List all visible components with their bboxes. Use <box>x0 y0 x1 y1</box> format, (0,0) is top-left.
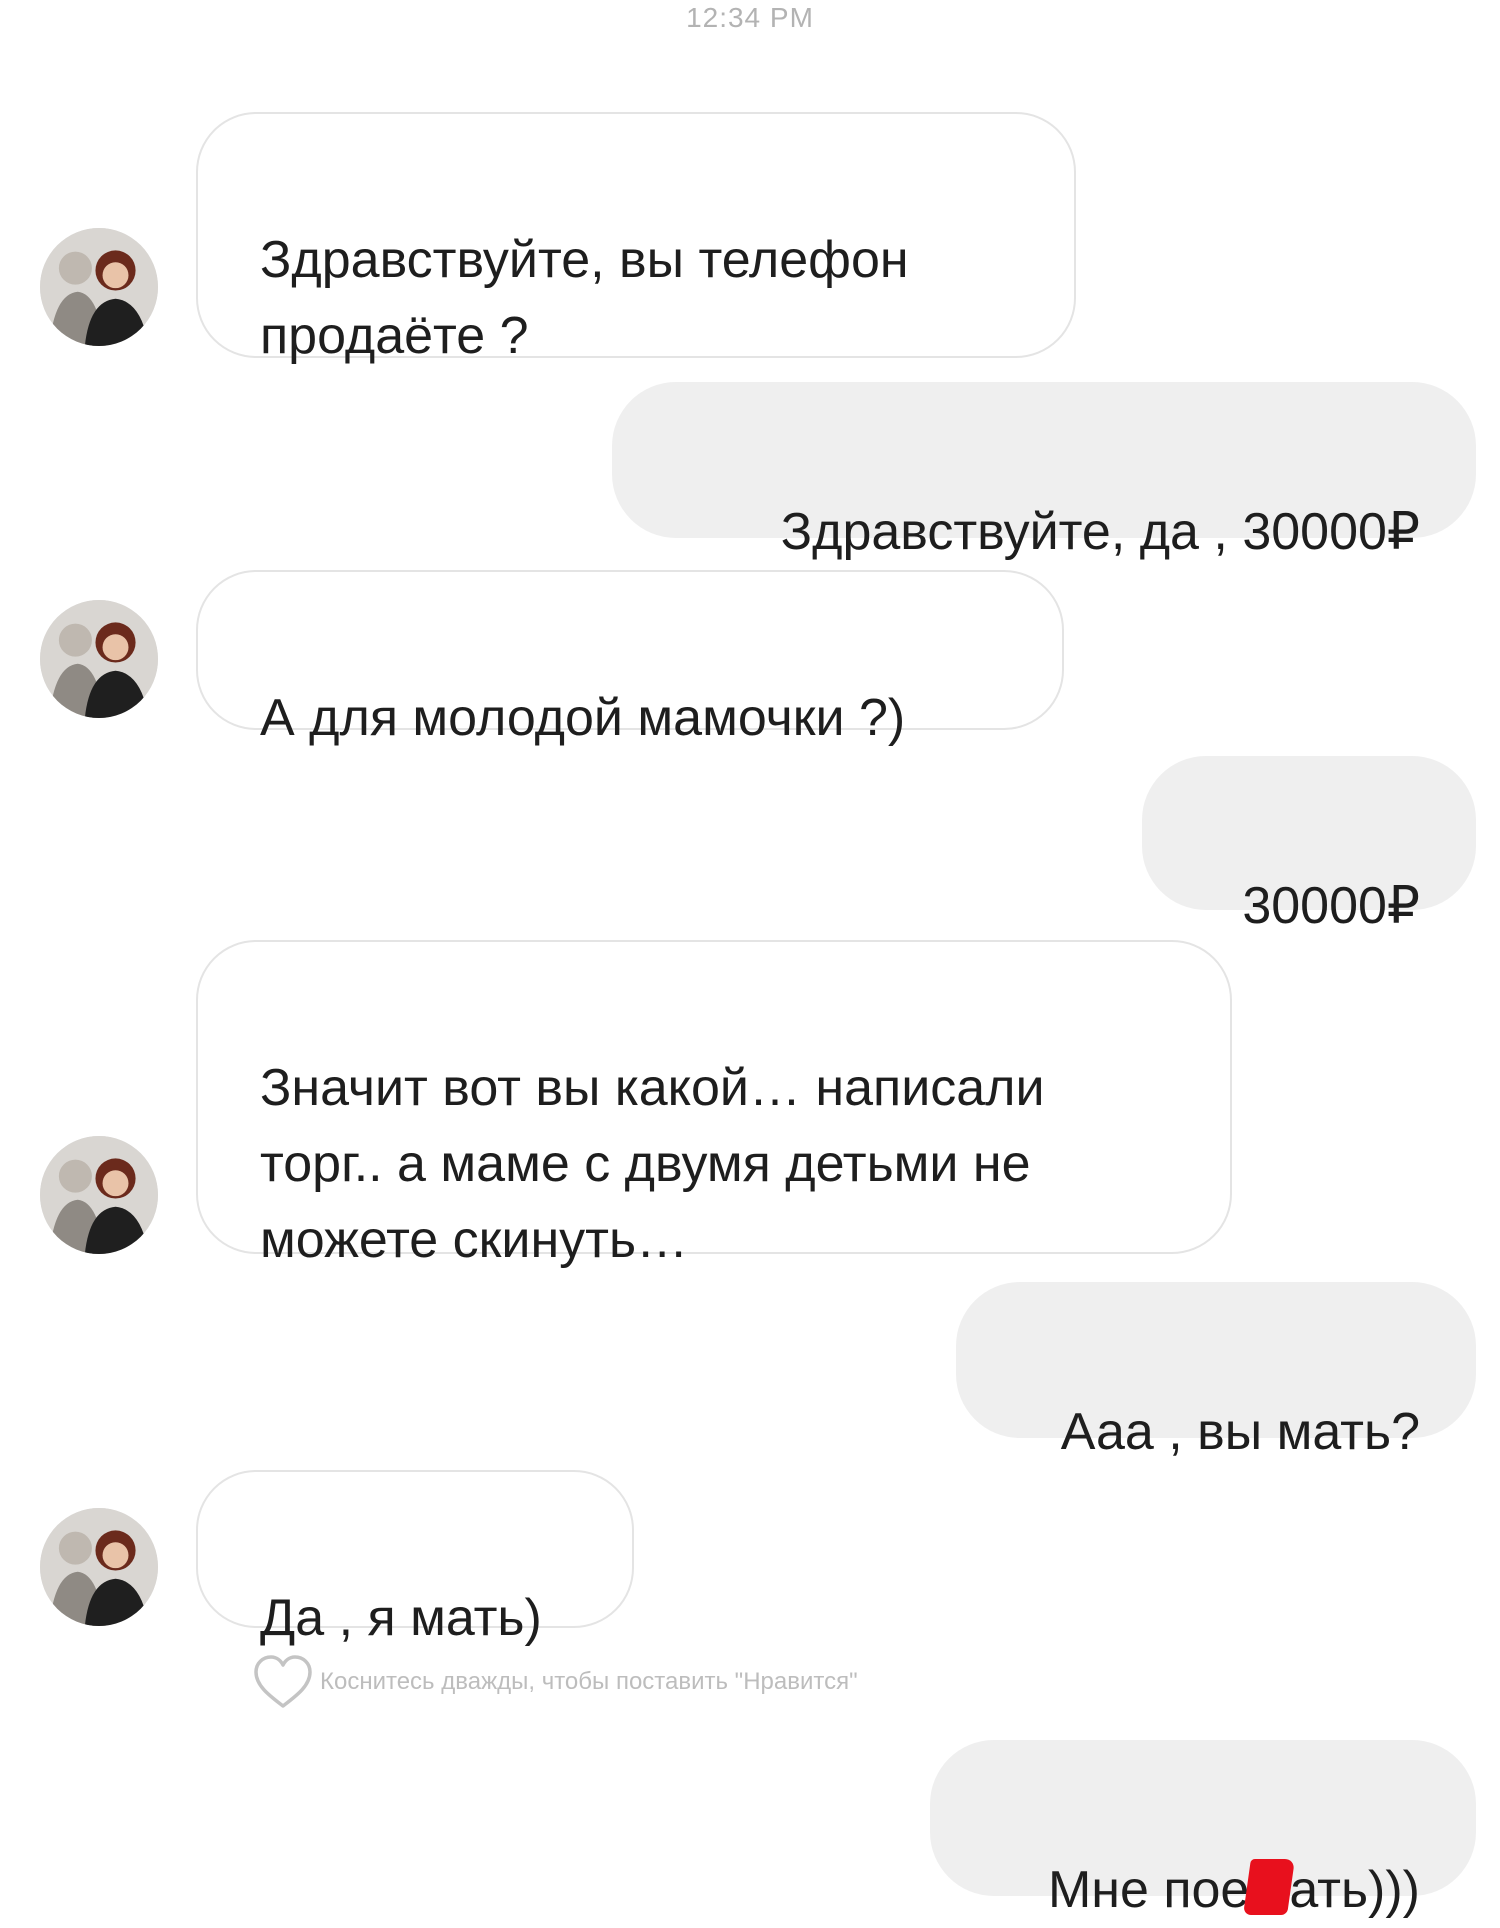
outgoing-message-bubble[interactable]: Ааа , вы мать? <box>956 1282 1476 1461</box>
avatar-photo-icon <box>40 228 158 346</box>
outgoing-message-bubble[interactable]: Здравствуйте, да , 30000₽ <box>612 382 1476 561</box>
message-text: Ааа , вы мать? <box>1060 1403 1420 1461</box>
red-censor-mark <box>1243 1859 1296 1915</box>
message-text-after-censor: ать))) <box>1289 1861 1420 1919</box>
incoming-message-bubble[interactable]: Да , я мать) <box>196 1470 634 1647</box>
contact-avatar[interactable] <box>40 600 158 718</box>
like-hint-text: Коснитесь дважды, чтобы поставить "Нрави… <box>320 1668 858 1695</box>
avatar-photo-icon <box>40 1136 158 1254</box>
message-text: 30000₽ <box>1242 877 1420 935</box>
contact-avatar[interactable] <box>40 1508 158 1626</box>
outgoing-message-bubble[interactable]: 30000₽ <box>1142 756 1476 935</box>
message-text: А для молодой мамочки ?) <box>260 689 906 747</box>
heart-outline-icon <box>254 1655 312 1708</box>
double-tap-like-hint[interactable]: Коснитесь дважды, чтобы поставить "Нрави… <box>252 1654 858 1710</box>
contact-avatar[interactable] <box>40 1136 158 1254</box>
message-timestamp: 12:34 PM <box>686 2 814 33</box>
message-text: Здравствуйте, да , 30000₽ <box>780 503 1420 561</box>
avatar-photo-icon <box>40 600 158 718</box>
message-text-before-censor: Мне пое <box>1047 1861 1250 1919</box>
message-text: Значит вот вы какой… написали торг.. а м… <box>260 1059 1045 1269</box>
incoming-message-bubble[interactable]: А для молодой мамочки ?) <box>196 570 1064 747</box>
message-text: Здравствуйте, вы телефон продаёте ? <box>260 231 909 365</box>
message-text: Да , я мать) <box>260 1589 542 1647</box>
contact-avatar[interactable] <box>40 228 158 346</box>
incoming-message-bubble[interactable]: Здравствуйте, вы телефон продаёте ? <box>196 112 1076 365</box>
avatar-photo-icon <box>40 1508 158 1626</box>
incoming-message-bubble[interactable]: Значит вот вы какой… написали торг.. а м… <box>196 940 1232 1269</box>
outgoing-message-bubble[interactable]: Мне пое ать))) <box>930 1740 1476 1919</box>
